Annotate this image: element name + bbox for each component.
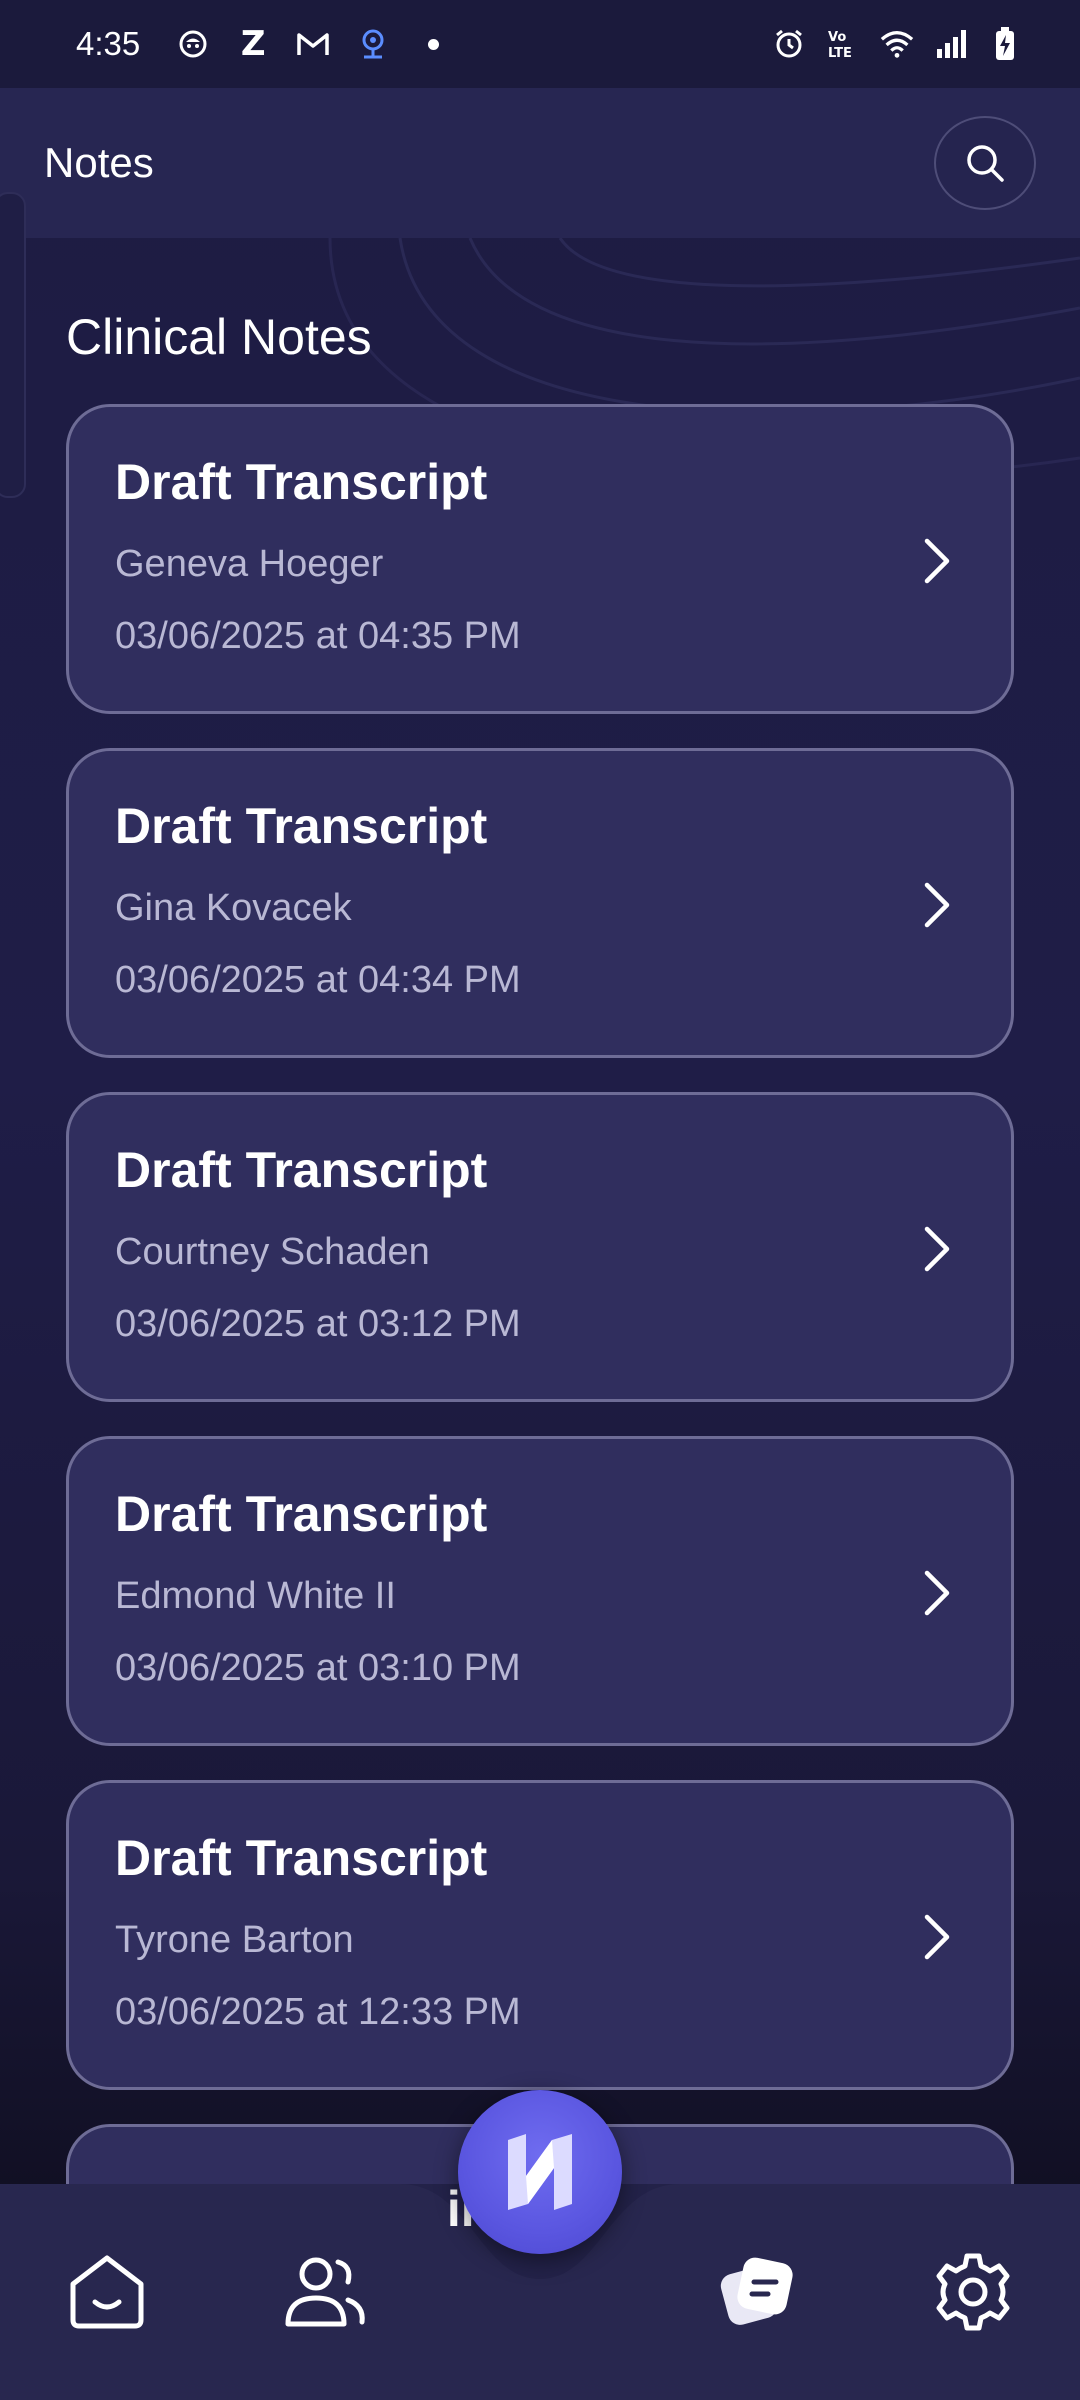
nav-home[interactable] <box>62 2252 152 2332</box>
note-title: Draft Transcript <box>115 798 488 854</box>
face-icon <box>176 27 210 61</box>
nav-settings[interactable] <box>928 2252 1018 2332</box>
chevron-right-icon <box>924 1226 950 1272</box>
notes-icon <box>720 2257 793 2325</box>
note-title: Draft Transcript <box>115 1830 488 1886</box>
note-date: 03/06/2025 at 03:10 PM <box>115 1647 521 1689</box>
note-date: 03/06/2025 at 04:35 PM <box>115 615 521 657</box>
new-note-fab[interactable] <box>458 2090 622 2254</box>
note-title: Draft Transcript <box>115 454 488 510</box>
note-card[interactable]: Draft Transcript Geneva Hoeger 03/06/202… <box>66 404 1014 714</box>
note-date: 03/06/2025 at 04:34 PM <box>115 959 521 1001</box>
note-date: 03/06/2025 at 12:33 PM <box>115 1991 521 2033</box>
note-patient-name: Geneva Hoeger <box>115 543 384 585</box>
z-icon: Z <box>240 24 266 64</box>
wifi-icon <box>880 27 914 61</box>
note-card[interactable]: Draft Transcript Edmond White II 03/06/2… <box>66 1436 1014 1746</box>
search-icon <box>967 145 1004 182</box>
note-patient-name: Tyrone Barton <box>115 1919 354 1961</box>
note-card[interactable]: Draft Transcript Tyrone Barton 03/06/202… <box>66 1780 1014 2090</box>
volte-icon: Vo LTE <box>826 27 860 61</box>
status-time: 4:35 <box>76 25 141 62</box>
side-drawer-handle[interactable] <box>0 192 26 498</box>
chevron-right-icon <box>924 1570 950 1616</box>
note-card[interactable]: Draft Transcript Gina Kovacek 03/06/2025… <box>66 748 1014 1058</box>
svg-text:LTE: LTE <box>828 46 852 60</box>
note-patient-name: Edmond White II <box>115 1575 396 1617</box>
note-patient-name: Courtney Schaden <box>115 1231 430 1273</box>
section-title: Clinical Notes <box>66 309 372 365</box>
search-button[interactable] <box>934 116 1036 210</box>
note-title: Draft Transcript <box>115 1486 488 1542</box>
signal-icon <box>934 27 968 61</box>
nav-patients[interactable] <box>280 2252 370 2332</box>
notes-list: Draft Transcript Geneva Hoeger 03/06/202… <box>66 404 1014 2278</box>
chevron-right-icon <box>924 538 950 584</box>
settings-icon <box>936 2253 1010 2331</box>
gmail-icon <box>296 27 330 61</box>
battery-charging-icon <box>988 27 1022 61</box>
alarm-icon <box>772 27 806 61</box>
app-header: Notes <box>0 88 1080 238</box>
note-title: Draft Transcript <box>115 1142 488 1198</box>
webcam-icon <box>356 27 390 61</box>
chevron-right-icon <box>924 1914 950 1960</box>
note-patient-name: Gina Kovacek <box>115 887 352 929</box>
n-logo-icon <box>508 2134 572 2210</box>
svg-text:Vo: Vo <box>828 30 846 45</box>
home-icon <box>70 2255 144 2329</box>
status-bar: 4:35 Z Vo LTE <box>0 0 1080 88</box>
note-date: 03/06/2025 at 03:12 PM <box>115 1303 521 1345</box>
page-title: Notes <box>44 139 154 186</box>
note-card[interactable]: Draft Transcript Courtney Schaden 03/06/… <box>66 1092 1014 1402</box>
dot-icon <box>416 27 450 61</box>
chevron-right-icon <box>924 882 950 928</box>
patients-icon <box>285 2257 365 2327</box>
nav-notes[interactable] <box>712 2252 802 2332</box>
